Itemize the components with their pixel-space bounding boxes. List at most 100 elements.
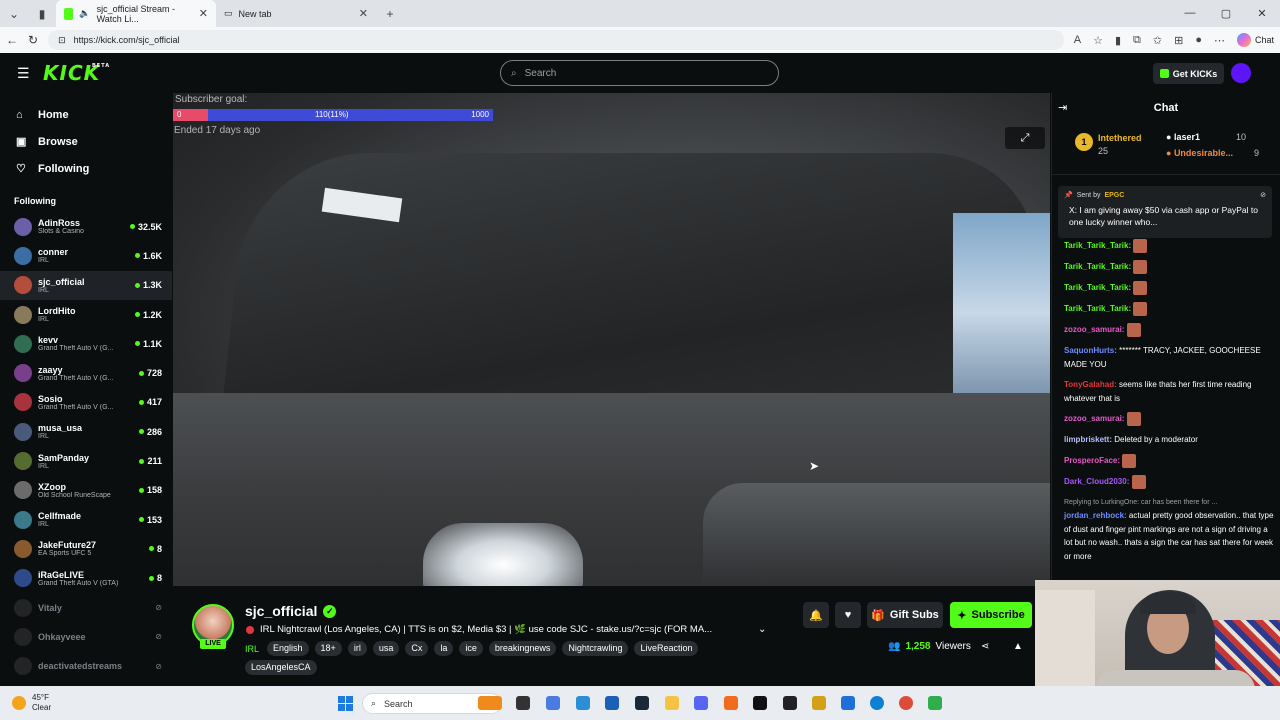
copilot-chat-button[interactable]: Chat — [1236, 33, 1274, 47]
tag-la[interactable]: la — [434, 641, 454, 656]
chat-username[interactable]: jordan_rehbock: — [1064, 511, 1127, 520]
tag-nightcrawling[interactable]: Nightcrawling — [562, 641, 629, 656]
file-icon[interactable] — [576, 696, 590, 710]
tag-english[interactable]: English — [267, 641, 309, 656]
channel-name[interactable]: sjc_official ✓ — [245, 603, 337, 619]
report-icon[interactable]: ▲ — [1013, 641, 1023, 652]
sidebar-channel-cellfmade[interactable]: Cellfmade IRL 153 — [0, 505, 172, 534]
expand-icon[interactable]: ⤢ — [1005, 127, 1045, 149]
chat-username[interactable]: Tarik_Tarik_Tarik: — [1064, 283, 1131, 292]
tab-active[interactable]: 🔈 sjc_official Stream - Watch Li... ✕ — [56, 0, 216, 27]
back-icon[interactable]: ← — [6, 33, 18, 47]
leaderboard-name[interactable]: ● laser1 — [1166, 132, 1200, 142]
tag-ice[interactable]: ice — [459, 641, 483, 656]
tag-breakingnews[interactable]: breakingnews — [488, 641, 557, 656]
obs-icon[interactable] — [753, 696, 767, 710]
sidebar-channel-conner[interactable]: conner IRL 1.6K — [0, 241, 172, 270]
chevron-down-icon[interactable]: ⌄ — [758, 624, 766, 635]
leaderboard-name[interactable]: ● Undesirable... — [1166, 148, 1233, 158]
file-explorer-icon[interactable] — [665, 696, 679, 710]
sidebar-channel-sampanday[interactable]: SamPanday IRL 211 — [0, 446, 172, 475]
video-player[interactable]: Subscriber goal: 0 110(11%) 1000 Ended 1… — [173, 93, 1050, 586]
sidebar-channel-deactivatedstreams[interactable]: deactivatedstreams ⊘ — [0, 651, 172, 680]
add-tab-icon[interactable]: + — [376, 0, 404, 27]
sidebar-channel-lordhito[interactable]: LordHito IRL 1.2K — [0, 300, 172, 329]
sidebar-channel-sosio[interactable]: Sosio Grand Theft Auto V (G... 417 — [0, 388, 172, 417]
tag-irl[interactable]: irl — [347, 641, 367, 656]
mute-icon[interactable]: 🔈 — [79, 8, 90, 19]
close-tab-icon[interactable]: ✕ — [359, 7, 368, 20]
app-icon[interactable] — [841, 696, 855, 710]
minimize-icon[interactable]: — — [1172, 7, 1208, 20]
maximize-icon[interactable]: ▢ — [1208, 7, 1244, 20]
favorites-icon[interactable]: ✩ — [1153, 34, 1162, 47]
leaderboard-name[interactable]: Intethered — [1098, 133, 1142, 143]
store-icon[interactable] — [605, 696, 619, 710]
weather-widget[interactable]: 45°F Clear — [12, 693, 51, 713]
sidebar-channel-zaayy[interactable]: zaayy Grand Theft Auto V (G... 728 — [0, 358, 172, 387]
kick-logo[interactable]: KICK BETA — [43, 61, 109, 85]
close-tab-icon[interactable]: ✕ — [199, 7, 208, 20]
widgets-icon[interactable] — [546, 696, 560, 710]
read-aloud-icon[interactable]: A — [1074, 34, 1081, 46]
sidebar-channel-iragelive[interactable]: iRaGeLIVE Grand Theft Auto V (GTA) 8 — [0, 564, 172, 593]
sidebar-item-home[interactable]: ⌂ Home — [0, 101, 172, 128]
chat-username[interactable]: zozoo_samurai: — [1064, 414, 1124, 423]
chat-username[interactable]: SaquonHurts: — [1064, 346, 1117, 355]
follow-heart-button[interactable]: ♥ — [835, 602, 861, 628]
edge-icon[interactable] — [870, 696, 884, 710]
chat-username[interactable]: Tarik_Tarik_Tarik: — [1064, 262, 1131, 271]
windows-start-icon[interactable] — [338, 696, 353, 711]
search-input[interactable]: ⌕ Search — [500, 60, 779, 86]
steam-icon[interactable] — [635, 696, 649, 710]
favorite-star-icon[interactable]: ☆ — [1093, 34, 1103, 47]
pinned-message[interactable]: 📌 Sent by EPGC ⊘ X: I am giving away $50… — [1058, 186, 1272, 238]
chat-username[interactable]: ProsperoFace: — [1064, 456, 1120, 465]
extension-icon[interactable]: ▮ — [1115, 34, 1121, 47]
puzzle-icon[interactable]: ⧉ — [1133, 34, 1141, 47]
chrome-icon[interactable] — [899, 696, 913, 710]
sidebar-item-browse[interactable]: ▣ Browse — [0, 128, 172, 155]
tag-losangelesca[interactable]: LosAngelesCA — [245, 660, 317, 675]
more-icon[interactable]: ⋯ — [1214, 34, 1225, 47]
chat-username[interactable]: limpbriskett: — [1064, 435, 1112, 444]
tag-usa[interactable]: usa — [372, 641, 400, 656]
user-avatar[interactable] — [1231, 63, 1251, 83]
tab-pinned-icon[interactable]: ▮ — [28, 0, 56, 27]
app-icon[interactable] — [928, 696, 942, 710]
sidebar-channel-musa_usa[interactable]: musa_usa IRL 286 — [0, 417, 172, 446]
close-window-icon[interactable]: ✕ — [1244, 7, 1280, 20]
sidebar-channel-kevv[interactable]: kevv Grand Theft Auto V (G... 1.1K — [0, 329, 172, 358]
subscribe-button[interactable]: ✦ Subscribe — [950, 602, 1032, 628]
hamburger-menu-icon[interactable]: ☰ — [17, 65, 33, 82]
notification-bell-button[interactable]: 🔔 — [803, 602, 829, 628]
chat-username[interactable]: zozoo_samurai: — [1064, 325, 1124, 334]
app-icon[interactable] — [724, 696, 738, 710]
site-info-icon[interactable]: ⊡ — [58, 35, 66, 46]
chat-username[interactable]: Tarik_Tarik_Tarik: — [1064, 304, 1131, 313]
collections-icon[interactable]: ⊞ — [1174, 34, 1183, 47]
tag-cx[interactable]: Cx — [405, 641, 429, 656]
sidebar-channel-xzoop[interactable]: XZoop Old School RuneScape 158 — [0, 476, 172, 505]
sidebar-channel-adinross[interactable]: AdinRoss Slots & Casino 32.5K — [0, 212, 172, 241]
tab-new[interactable]: ▭ New tab ✕ — [216, 0, 376, 27]
chat-username[interactable]: TonyGalahad: — [1064, 380, 1117, 389]
sidebar-channel-vitaly[interactable]: Vitaly ⊘ — [0, 593, 172, 622]
category-link[interactable]: IRL — [245, 644, 259, 654]
rockstar-icon[interactable] — [812, 696, 826, 710]
tag-livereaction[interactable]: LiveReaction — [634, 641, 699, 656]
profile-icon[interactable]: ● — [1195, 34, 1202, 46]
sidebar-channel-ohkayveee[interactable]: Ohkayveee ⊘ — [0, 622, 172, 651]
sidebar-item-following[interactable]: ♡ Following — [0, 155, 172, 182]
sidebar-channel-jakefuture27[interactable]: JakeFuture27 EA Sports UFC 5 8 — [0, 534, 172, 563]
task-view-icon[interactable] — [516, 696, 530, 710]
tab-menu-icon[interactable]: ⌄ — [0, 0, 28, 27]
chat-username[interactable]: Tarik_Tarik_Tarik: — [1064, 241, 1131, 250]
unpin-icon[interactable]: ⊘ — [1260, 191, 1266, 199]
sidebar-channel-sjc_official[interactable]: sjc_official IRL 1.3K — [0, 270, 172, 300]
share-icon[interactable]: ⋖ — [981, 641, 989, 652]
collapse-chat-icon[interactable]: ⇥ — [1058, 101, 1067, 114]
gift-subs-button[interactable]: 🎁 Gift Subs — [867, 602, 943, 628]
url-field[interactable]: ⊡ https://kick.com/sjc_official — [48, 30, 1064, 50]
chat-username[interactable]: Dark_Cloud2030: — [1064, 477, 1129, 486]
